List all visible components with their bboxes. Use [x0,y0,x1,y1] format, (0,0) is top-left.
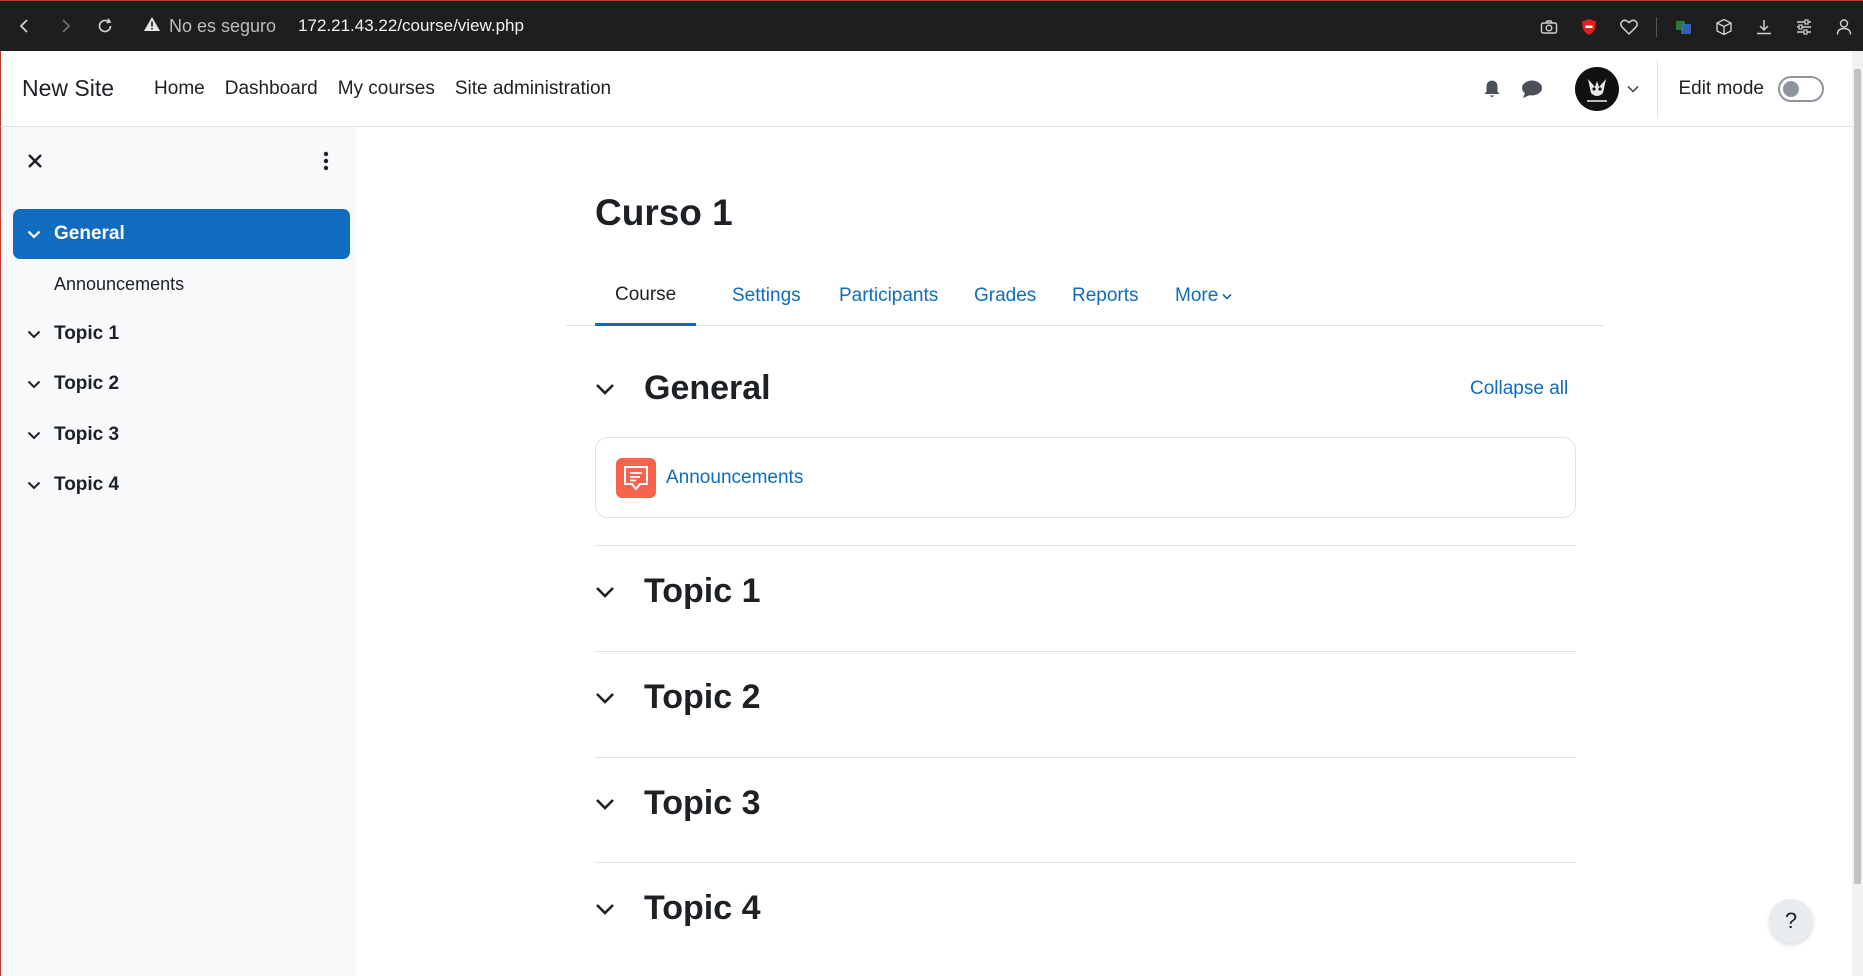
section-title[interactable]: Topic 4 [644,889,761,928]
tab-grades[interactable]: Grades [954,266,1056,326]
tab-course[interactable]: Course [595,266,697,326]
tab-more[interactable]: More [1155,266,1252,326]
site-brand[interactable]: New Site [22,75,114,102]
page-title: Curso 1 [595,192,733,233]
reload-icon[interactable] [85,6,125,46]
section-general-header: General [595,369,771,408]
header-divider [1657,61,1659,117]
shield-icon[interactable] [1576,14,1602,40]
download-icon[interactable] [1751,14,1777,40]
security-label: No es seguro [169,15,277,36]
course-index-section-topic-3[interactable]: Topic 3 [13,410,350,460]
sliders-icon[interactable] [1791,14,1817,40]
section-title[interactable]: Topic 3 [644,784,761,823]
section-divider [595,651,1576,652]
nav-site-administration[interactable]: Site administration [455,78,611,100]
section-label: Topic 1 [54,323,120,344]
chevron-down-icon[interactable] [27,431,47,440]
profile-icon[interactable] [1831,14,1857,40]
activity-link[interactable]: Announcements [666,467,803,489]
user-menu-chevron-icon[interactable] [1627,80,1640,98]
collapse-all-link[interactable]: Collapse all [1470,378,1568,400]
chevron-down-icon[interactable] [595,383,621,395]
course-index-section-topic-4[interactable]: Topic 4 [13,460,350,510]
course-index-section-topic-2[interactable]: Topic 2 [13,359,350,409]
chevron-down-icon[interactable] [27,330,47,339]
tab-more-label: More [1175,285,1219,306]
course-index-section-topic-1[interactable]: Topic 1 [13,309,350,359]
nav-home[interactable]: Home [154,78,205,100]
section-label: General [54,223,125,244]
chevron-down-icon[interactable] [27,230,47,239]
section-title[interactable]: Topic 2 [644,678,761,717]
chat-icon[interactable] [1517,74,1547,104]
section-topic-1-header: Topic 1 [595,572,761,611]
section-divider [595,545,1576,546]
chevron-down-icon[interactable] [595,798,621,810]
course-secondary-navigation: Course Settings Participants Grades Repo… [566,266,1604,326]
extension-icon[interactable] [1671,14,1697,40]
address-bar[interactable]: No es seguro 172.21.43.22/course/view.ph… [143,16,524,37]
activity-card-announcements: Announcements [595,437,1576,518]
section-divider [595,862,1576,863]
chevron-down-icon[interactable] [595,692,621,704]
primary-navigation: Home Dashboard My courses Site administr… [154,78,611,100]
section-topic-3-header: Topic 3 [595,784,761,823]
section-divider [595,757,1576,758]
warning-icon [143,16,161,37]
site-header: New Site Home Dashboard My courses Site … [0,51,1852,127]
back-icon[interactable] [5,6,45,46]
cube-icon[interactable] [1711,14,1737,40]
section-label: Topic 4 [54,474,120,495]
section-title[interactable]: Topic 1 [644,572,761,611]
chevron-down-icon [1222,289,1232,303]
page-scrollbar[interactable] [1852,51,1863,976]
chevron-down-icon[interactable] [595,903,621,915]
avatar[interactable] [1575,67,1620,111]
course-index-section-general[interactable]: General [13,209,350,259]
edit-mode-label: Edit mode [1678,78,1764,99]
tab-participants[interactable]: Participants [819,266,958,326]
heart-icon[interactable] [1616,14,1642,40]
section-topic-2-header: Topic 2 [595,678,761,717]
chevron-down-icon[interactable] [27,380,47,389]
section-label: Topic 2 [54,373,120,394]
forum-icon [616,457,656,498]
camera-icon[interactable] [1536,14,1562,40]
bell-icon[interactable] [1477,74,1507,104]
tab-settings[interactable]: Settings [712,266,821,326]
help-button[interactable]: ? [1769,899,1813,943]
course-index-drawer: General Announcements Topic 1 Topic 2 To… [0,127,356,976]
section-topic-4-header: Topic 4 [595,889,761,928]
chevron-down-icon[interactable] [595,586,621,598]
section-label: Topic 3 [54,424,120,445]
more-options-icon[interactable] [316,149,336,173]
toolbar-separator [1656,16,1657,37]
browser-toolbar: No es seguro 172.21.43.22/course/view.ph… [0,0,1863,51]
chevron-down-icon[interactable] [27,481,47,490]
nav-my-courses[interactable]: My courses [338,78,435,100]
close-icon[interactable] [23,149,47,173]
forward-icon[interactable] [45,6,85,46]
edit-mode-toggle[interactable] [1778,76,1824,102]
tab-reports[interactable]: Reports [1052,266,1159,326]
course-index-item-announcements[interactable]: Announcements [54,274,184,295]
scrollbar-thumb[interactable] [1854,69,1861,884]
section-title[interactable]: General [644,369,771,408]
nav-dashboard[interactable]: Dashboard [225,78,318,100]
url-text[interactable]: 172.21.43.22/course/view.php [298,16,524,36]
